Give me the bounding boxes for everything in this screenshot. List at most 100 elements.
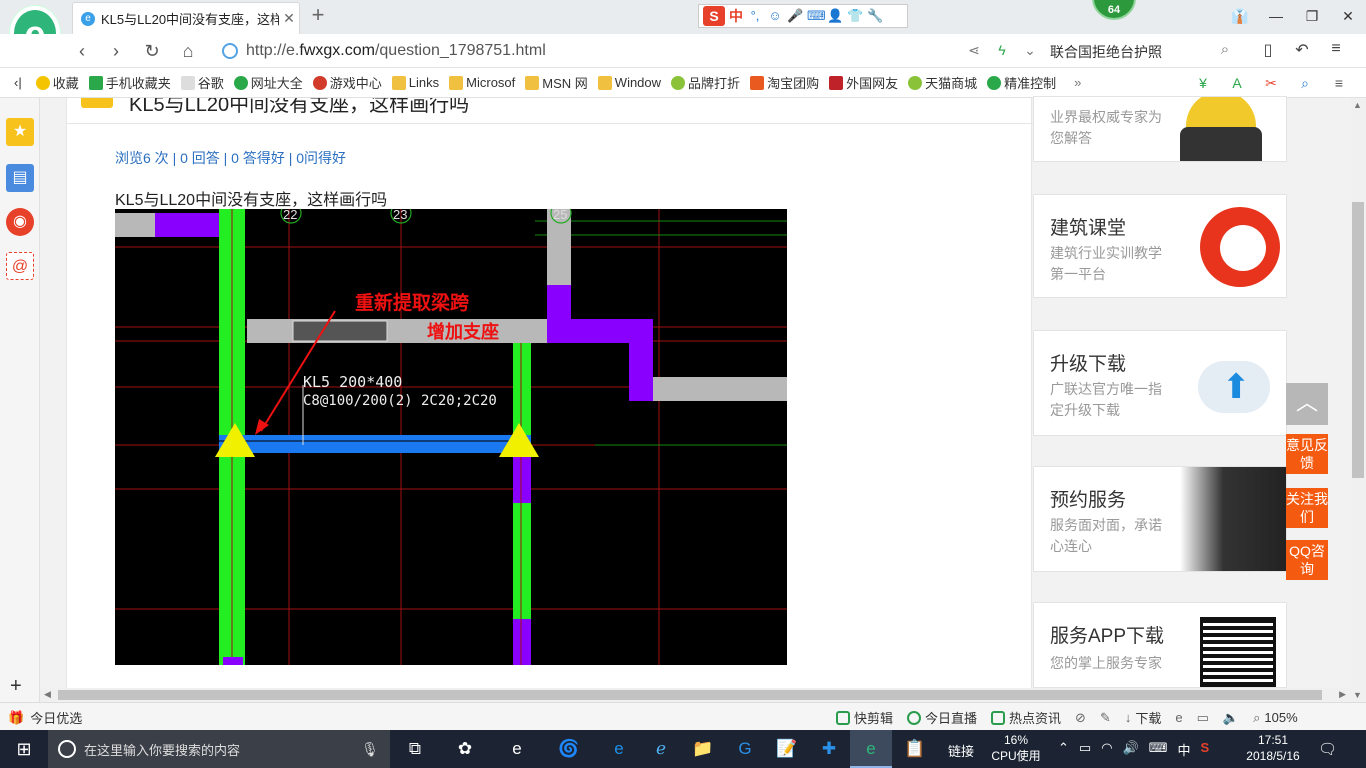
search-icon[interactable]: ⌕ — [1215, 41, 1235, 61]
tab-active[interactable]: e KL5与LL20中间没有支座，这样画 ✕ — [72, 2, 300, 34]
notification-badge[interactable]: 64 — [1092, 0, 1136, 20]
bookmark-item[interactable]: 网址大全 — [233, 73, 303, 92]
wifi-icon[interactable]: ◠ — [1101, 740, 1112, 759]
bookmark-item[interactable]: 淘宝团购 — [750, 73, 819, 92]
scroll-up-icon[interactable]: ▲ — [1353, 100, 1362, 110]
edge-icon[interactable]: e — [598, 730, 640, 768]
task-view-icon[interactable]: ⧉ — [394, 730, 436, 768]
close-window-icon[interactable]: ✕ — [1330, 0, 1366, 34]
volume-icon[interactable]: 🔊 — [1123, 740, 1139, 759]
bookmark-folder[interactable]: Microsof — [449, 75, 515, 90]
undo-icon[interactable]: ↶ — [1292, 40, 1312, 62]
browser-app-icon[interactable]: e — [850, 730, 892, 768]
ime-indicator[interactable]: 中 — [1178, 740, 1191, 759]
bookmark-item[interactable]: 品牌打折 — [671, 73, 740, 92]
reading-list-icon[interactable]: ▤ — [6, 164, 34, 192]
bookmark-item[interactable]: 外国网友 — [829, 73, 898, 92]
bookmark-item[interactable]: 收藏 — [35, 73, 79, 92]
pinwheel-app-icon[interactable]: ✿ — [444, 730, 486, 768]
sogou-tray-icon[interactable]: S — [1201, 740, 1210, 759]
keyboard-icon[interactable]: ⌨ — [1149, 740, 1168, 759]
notepad-app-icon[interactable]: 📝 — [766, 730, 808, 768]
taskbar-clock[interactable]: 17:51 2018/5/16 — [1240, 732, 1306, 764]
follow-us-button[interactable]: 关注我们 — [1286, 488, 1328, 528]
sogou-ime-icon[interactable]: S — [703, 6, 725, 26]
horizontal-scroll-thumb[interactable] — [58, 690, 1322, 700]
bookmark-item[interactable]: 天猫商城 — [908, 73, 977, 92]
url-field[interactable]: http://e.fwxgx.com/question_1798751.html — [222, 38, 1042, 64]
bookmark-item[interactable]: 谷歌 — [180, 73, 224, 92]
puzzle-app-icon[interactable]: ✚ — [808, 730, 850, 768]
mobile-icon[interactable]: ▯ — [1258, 40, 1278, 62]
tray-expand-icon[interactable]: ⌃ — [1058, 740, 1069, 759]
window-mode-icon[interactable]: ▭ — [1197, 710, 1209, 726]
cortana-icon[interactable] — [58, 740, 76, 758]
wrench-icon[interactable]: 🔧 — [867, 8, 883, 24]
search-extension-icon[interactable]: ⌕ — [1296, 74, 1314, 92]
bookmark-folder[interactable]: Window — [597, 75, 661, 90]
back-icon[interactable]: ‹ — [70, 40, 94, 62]
status-item[interactable]: 快剪辑 — [836, 708, 893, 727]
zoom-level[interactable]: ⌕ 105% — [1253, 710, 1298, 726]
status-item[interactable]: 热点资讯 — [991, 708, 1061, 727]
voice-icon[interactable]: 🎤 — [787, 8, 803, 24]
translate-icon[interactable]: A — [1228, 74, 1246, 92]
bookmark-item[interactable]: 精准控制 — [987, 73, 1056, 92]
ad-building-class[interactable]: 建筑课堂 建筑行业实训教学第一平台 — [1033, 194, 1287, 298]
action-center-icon[interactable]: 🗨 — [1318, 740, 1337, 758]
home-icon[interactable]: ⌂ — [176, 40, 200, 62]
taskbar-search-placeholder[interactable]: 在这里输入你要搜索的内容 — [84, 740, 360, 759]
pin-icon[interactable]: ✎ — [1100, 710, 1111, 726]
mail-icon[interactable]: @ — [6, 252, 34, 280]
scroll-left-icon[interactable]: ◀ — [44, 689, 51, 700]
restore-icon[interactable]: ❐ — [1294, 0, 1330, 34]
bookmark-folder[interactable]: Links — [391, 75, 439, 90]
share-icon[interactable]: ⋖ — [965, 40, 983, 60]
more-icon[interactable]: ≡ — [1330, 74, 1348, 92]
ie-mode-icon[interactable]: e — [1175, 710, 1182, 725]
ad-appointment[interactable]: 预约服务 服务面对面，承诺心连心 — [1033, 466, 1287, 572]
ime-mode-label[interactable]: 中 — [729, 6, 743, 26]
file-explorer-icon[interactable]: 📁 — [682, 730, 724, 768]
feedback-button[interactable]: 意见反馈 — [1286, 434, 1328, 474]
scissors-icon[interactable]: ✂ — [1262, 74, 1280, 92]
battery-icon[interactable]: ▭ — [1079, 740, 1091, 759]
question-stats[interactable]: 浏览6 次 | 0 回答 | 0 答得好 | 0问得好 — [115, 148, 346, 168]
ad-app-download[interactable]: 服务APP下载 您的掌上服务专家 — [1033, 602, 1287, 688]
bookmark-item[interactable]: 游戏中心 — [312, 73, 382, 92]
horizontal-scrollbar[interactable]: ◀ ▶ — [40, 688, 1350, 702]
microphone-icon[interactable]: 🎙 — [360, 741, 380, 758]
search-hint[interactable]: 联合国拒绝台护照 — [1050, 42, 1162, 62]
new-tab-button[interactable]: + — [306, 4, 330, 28]
links-toolbar[interactable]: 链接 — [948, 741, 974, 760]
shirt-skin-icon[interactable]: 👔 — [1222, 0, 1258, 34]
speed-icon[interactable]: ⊘ — [1075, 710, 1086, 726]
keyboard-icon[interactable]: ⌨ — [807, 8, 826, 24]
back-to-top-button[interactable]: ︿ — [1286, 383, 1328, 425]
swirl-app-icon[interactable]: 🌀 — [548, 730, 590, 768]
bookmarks-overflow-icon[interactable]: » — [1074, 75, 1081, 90]
tab-close-icon[interactable]: ✕ — [279, 10, 299, 27]
windows-start-icon[interactable]: ⊞ — [0, 730, 48, 768]
add-sidebar-icon[interactable]: + — [10, 675, 22, 698]
volume-icon[interactable]: 🔈 — [1223, 710, 1239, 726]
ime-toolbar[interactable]: S 中 °, ☺ 🎤 ⌨ 👤 👕 🔧 — [698, 4, 908, 28]
forward-icon[interactable]: › — [104, 40, 128, 62]
internet-explorer-icon[interactable]: ℯ — [640, 730, 682, 768]
sidebar-toggle-icon[interactable]: ‹| — [14, 75, 22, 90]
favorites-star-icon[interactable]: ★ — [6, 118, 34, 146]
ie-app-icon[interactable]: e — [496, 730, 538, 768]
user-icon[interactable]: 👤 — [827, 8, 843, 24]
security-icon[interactable]: ¥ — [1194, 74, 1212, 92]
clipboard-app-icon[interactable]: 📋 — [894, 730, 936, 768]
vertical-scrollbar[interactable]: ▲ ▼ — [1350, 98, 1366, 702]
scroll-down-icon[interactable]: ▼ — [1353, 690, 1362, 700]
vertical-scroll-thumb[interactable] — [1352, 202, 1364, 478]
weibo-icon[interactable]: ◉ — [6, 208, 34, 236]
menu-icon[interactable]: ≡ — [1326, 40, 1346, 62]
chevron-down-icon[interactable]: ⌄ — [1021, 40, 1039, 60]
lightning-icon[interactable]: ϟ — [993, 40, 1011, 60]
glodon-app-icon[interactable]: G — [724, 730, 766, 768]
ad-upgrade-download[interactable]: 升级下载 广联达官方唯一指定升级下载 ⬆ — [1033, 330, 1287, 436]
taskbar-search[interactable]: 在这里输入你要搜索的内容 🎙 — [48, 730, 390, 768]
